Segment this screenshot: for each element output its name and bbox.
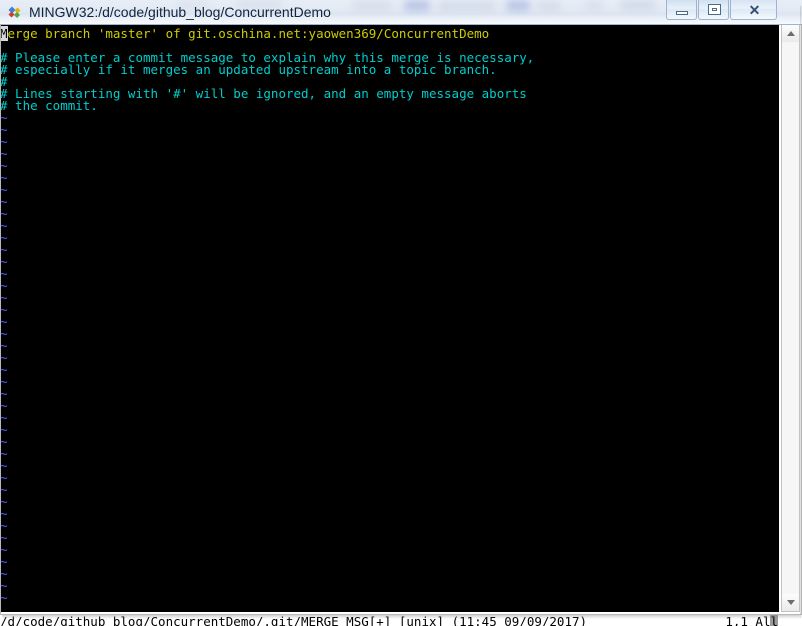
scroll-down-icon bbox=[786, 600, 795, 605]
vim-line-text: # the commit. bbox=[0, 98, 98, 113]
vim-empty-line-marker: ~ bbox=[0, 374, 8, 389]
vim-empty-line-marker: ~ bbox=[0, 494, 8, 509]
vim-empty-line-marker: ~ bbox=[0, 314, 8, 329]
vim-empty-line-marker: ~ bbox=[0, 170, 8, 185]
vim-line-comment: # especially if it merges an updated ups… bbox=[0, 62, 779, 77]
mingw-diamond-icon bbox=[8, 6, 21, 18]
vim-empty-line-marker: ~ bbox=[0, 482, 8, 497]
vim-empty-line-marker: ~ bbox=[0, 338, 8, 353]
vim-empty-line-marker: ~ bbox=[0, 578, 8, 593]
vim-text-area[interactable]: Merge branch 'master' of git.oschina.net… bbox=[0, 26, 779, 605]
vim-empty-line-marker: ~ bbox=[0, 134, 8, 149]
vim-empty-line-marker: ~ bbox=[0, 542, 8, 557]
glass-reflection bbox=[352, 1, 392, 10]
glass-reflection bbox=[438, 2, 496, 10]
minimize-button[interactable] bbox=[666, 0, 697, 20]
window-titlebar[interactable]: MINGW32:/d/code/github_blog/ConcurrentDe… bbox=[0, 0, 802, 25]
window-controls: ✕ bbox=[665, 0, 777, 21]
vim-empty-line-marker: ~ bbox=[0, 446, 8, 461]
mingw32-vim-window: MINGW32:/d/code/github_blog/ConcurrentDe… bbox=[0, 0, 802, 626]
vim-empty-line-marker: ~ bbox=[0, 362, 8, 377]
vim-empty-line-marker: ~ bbox=[0, 566, 8, 581]
vim-empty-line-marker: ~ bbox=[0, 266, 8, 281]
vim-empty-line-marker: ~ bbox=[0, 518, 8, 533]
vim-empty-line-marker: ~ bbox=[0, 326, 8, 341]
minimize-icon bbox=[676, 11, 688, 15]
terminal-screen[interactable]: Merge branch 'master' of git.oschina.net… bbox=[0, 25, 779, 612]
maximize-icon bbox=[708, 4, 721, 15]
window-shadow-bottom bbox=[2, 615, 800, 619]
glass-reflection bbox=[584, 1, 604, 10]
glass-reflection bbox=[536, 2, 562, 10]
vim-empty-line-marker: ~ bbox=[0, 242, 8, 257]
vim-cursor: M bbox=[0, 26, 8, 41]
vim-empty-line-marker: ~ bbox=[0, 110, 8, 125]
vim-empty-line-marker: ~ bbox=[0, 122, 8, 137]
vim-empty-line-marker: ~ bbox=[0, 146, 8, 161]
scroll-up-icon bbox=[786, 31, 795, 36]
vim-empty-line-marker: ~ bbox=[0, 458, 8, 473]
maximize-button[interactable] bbox=[698, 0, 729, 20]
vim-empty-line-marker: ~ bbox=[0, 194, 8, 209]
close-icon: ✕ bbox=[748, 2, 761, 18]
vim-line-text: erge branch 'master' of git.oschina.net:… bbox=[7, 26, 490, 41]
vim-empty-line-marker: ~ bbox=[0, 590, 8, 605]
scrollbar-track[interactable] bbox=[782, 42, 799, 594]
vim-empty-line-marker: ~ bbox=[0, 254, 8, 269]
window-title: MINGW32:/d/code/github_blog/ConcurrentDe… bbox=[29, 4, 331, 20]
vim-empty-line-marker: ~ bbox=[0, 158, 8, 173]
vim-line-text: # especially if it merges an updated ups… bbox=[0, 62, 497, 77]
vim-empty-line-marker: ~ bbox=[0, 218, 8, 233]
vim-line-comment: # the commit. bbox=[0, 98, 779, 113]
vim-empty-line-marker: ~ bbox=[0, 410, 8, 425]
vim-empty-line-marker: ~ bbox=[0, 506, 8, 521]
vim-empty-line-marker: ~ bbox=[0, 290, 8, 305]
vim-empty-line-marker: ~ bbox=[0, 278, 8, 293]
vim-empty-line-marker: ~ bbox=[0, 398, 8, 413]
vim-empty-line-marker: ~ bbox=[0, 470, 8, 485]
scroll-down-button[interactable] bbox=[782, 594, 799, 611]
vim-line-commit-subject: Merge branch 'master' of git.oschina.net… bbox=[0, 26, 779, 41]
vim-empty-line-marker: ~ bbox=[0, 350, 8, 365]
close-button[interactable]: ✕ bbox=[730, 0, 777, 20]
vim-empty-line-marker: ~ bbox=[0, 302, 8, 317]
vim-empty-line-marker: ~ bbox=[0, 554, 8, 569]
glass-reflection bbox=[620, 0, 656, 10]
glass-reflection bbox=[404, 0, 430, 11]
vertical-scrollbar[interactable] bbox=[781, 25, 800, 612]
vim-empty-line-marker: ~ bbox=[0, 530, 8, 545]
vim-empty-line-marker: ~ bbox=[0, 422, 8, 437]
window-body: Merge branch 'master' of git.oschina.net… bbox=[0, 25, 802, 626]
vim-line-comment: # Lines starting with '#' will be ignore… bbox=[0, 87, 779, 100]
vim-empty-line-marker: ~ bbox=[0, 434, 8, 449]
vim-empty-line-marker: ~ bbox=[0, 386, 8, 401]
glass-reflection bbox=[506, 0, 530, 11]
scroll-up-button[interactable] bbox=[782, 25, 799, 42]
vim-empty-line-marker: ~ bbox=[0, 206, 8, 221]
vim-empty-line-marker: ~ bbox=[0, 182, 8, 197]
vim-empty-line-marker: ~ bbox=[0, 230, 8, 245]
